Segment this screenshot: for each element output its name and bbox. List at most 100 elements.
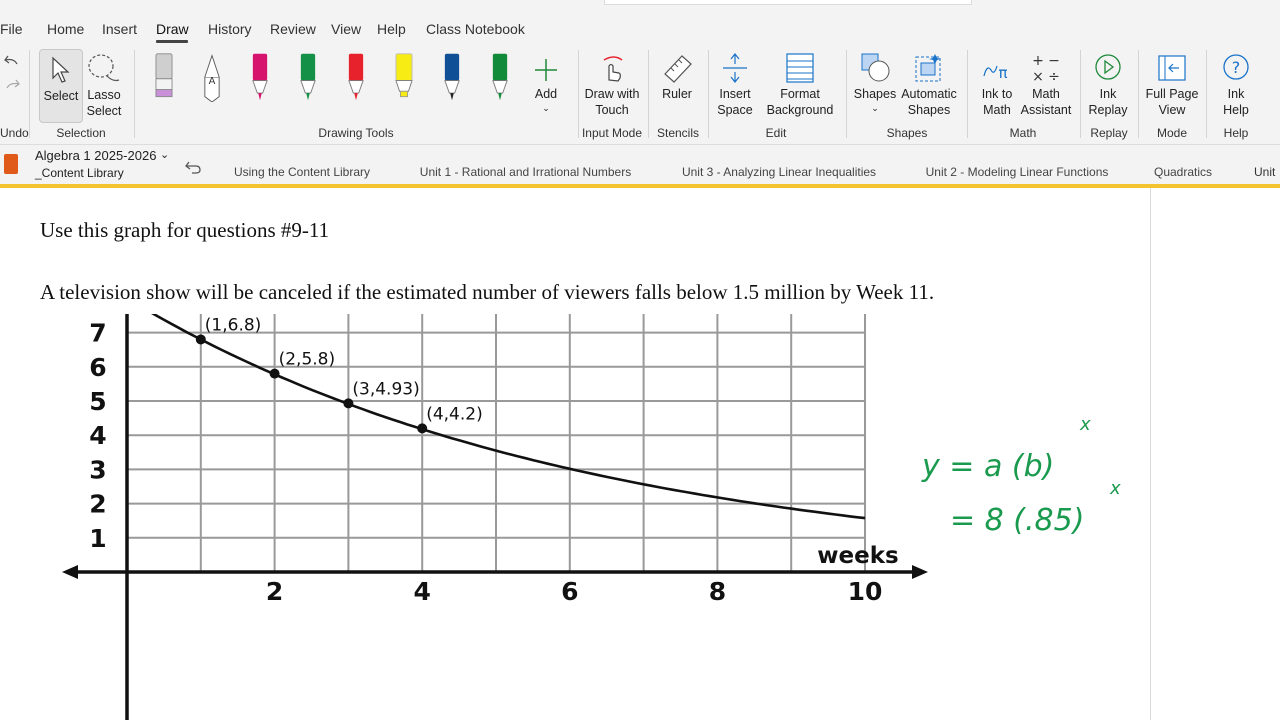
svg-text:A: A	[209, 76, 216, 87]
insert-space-label-line1: Insert	[719, 87, 751, 101]
separator	[708, 50, 709, 138]
section-tab-active[interactable]: Unit	[1236, 159, 1280, 185]
eraser-icon[interactable]	[154, 52, 174, 102]
ink-help-label-line1: Ink	[1227, 87, 1245, 101]
format-background-button[interactable]: Format Background	[762, 52, 838, 118]
menu-bar: File Home Insert Draw History Review Vie…	[0, 0, 1280, 46]
separator	[1138, 50, 1139, 138]
ink-replay-button[interactable]: Ink Replay	[1084, 52, 1132, 118]
ink-help-button[interactable]: ? Ink Help	[1210, 52, 1262, 118]
full-page-view-button[interactable]: Full Page View	[1142, 52, 1202, 118]
x-tick-label: 4	[413, 577, 430, 606]
menu-help[interactable]: Help	[377, 21, 406, 37]
ink-to-math-button[interactable]: π Ink to Math	[972, 52, 1022, 118]
y-tick-label: 7	[89, 319, 106, 348]
data-point	[343, 398, 354, 409]
group-math-label: Math	[1009, 126, 1037, 140]
group-drawing-tools-label: Drawing Tools	[318, 126, 394, 140]
x-tick-label: 8	[709, 577, 726, 606]
section-tab[interactable]: Unit 1 - Rational and Irrational Numbers	[396, 159, 655, 185]
separator	[1206, 50, 1207, 138]
menu-home[interactable]: Home	[47, 21, 84, 37]
separator	[1080, 50, 1081, 138]
group-replay-label: Replay	[1090, 126, 1128, 140]
lasso-label-line2: Select	[86, 104, 122, 118]
section-tab[interactable]: Unit 2 - Modeling Linear Functions	[903, 159, 1131, 185]
auto-shapes-label-line2: Shapes	[907, 103, 951, 117]
shapes-button[interactable]: Shapes ⌄	[852, 52, 898, 118]
menu-draw[interactable]: Draw	[156, 21, 189, 37]
data-point-label: (4,4.2)	[426, 404, 483, 424]
ribbon: Undo Select Lasso Select Selection A Add…	[0, 46, 1280, 145]
draw-touch-label-line1: Draw with	[584, 87, 640, 101]
draw-with-touch-button[interactable]: Draw with Touch	[582, 52, 642, 118]
y-tick-label: 1	[89, 524, 106, 553]
ink-help-label-line2: Help	[1223, 103, 1249, 117]
data-point-label: (3,4.93)	[352, 379, 419, 399]
math-assistant-button[interactable]: + − × ÷ Math Assistant	[1020, 52, 1072, 118]
menu-view[interactable]: View	[331, 21, 361, 37]
touch-hand-icon	[603, 56, 623, 82]
ruler-label: Ruler	[662, 87, 692, 101]
shapes-icon	[861, 53, 890, 82]
ink-math-label-line1: Ink to	[981, 87, 1013, 101]
section-tab-label: Unit	[1254, 165, 1276, 179]
ink-math-label-line2: Math	[983, 103, 1011, 117]
section-tab-label: Unit 3 - Analyzing Linear Inequalities	[681, 165, 877, 179]
menu-file[interactable]: File	[0, 21, 23, 37]
search-box[interactable]	[604, 0, 972, 5]
data-point-label: (1,6.8)	[205, 315, 262, 335]
menu-class-notebook[interactable]: Class Notebook	[426, 21, 525, 37]
lasso-icon	[88, 54, 120, 82]
svg-text:π: π	[998, 64, 1007, 82]
replay-icon	[1095, 54, 1121, 80]
section-tab[interactable]: Quadratics	[1134, 159, 1232, 185]
ruler-button[interactable]: Ruler	[652, 52, 702, 118]
format-bg-label-line1: Format	[780, 87, 820, 101]
pen-green-icon[interactable]	[298, 52, 318, 102]
x-tick-label: 10	[848, 577, 883, 606]
svg-text:×: ×	[1032, 69, 1044, 84]
data-point	[269, 368, 280, 379]
section-tab-label: Unit 2 - Modeling Linear Functions	[925, 165, 1109, 179]
x-axis-arrow-right	[912, 565, 928, 579]
insert-space-button[interactable]: Insert Space	[712, 52, 758, 118]
automatic-shapes-button[interactable]: Automatic Shapes	[898, 52, 960, 118]
y-tick-label: 5	[89, 387, 106, 416]
menu-review[interactable]: Review	[270, 21, 316, 37]
pen-darkgreen-icon[interactable]	[490, 52, 510, 102]
section-tab[interactable]: Unit 3 - Analyzing Linear Inequalities	[658, 159, 900, 185]
pen-magenta-icon[interactable]	[250, 52, 270, 102]
y-tick-label: 6	[89, 353, 106, 382]
group-help-label: Help	[1223, 126, 1249, 140]
back-arrow-icon[interactable]	[184, 159, 202, 175]
select-button[interactable]: Select	[39, 49, 83, 123]
highlighter-yellow-icon[interactable]	[394, 52, 414, 102]
y-tick-label: 2	[89, 490, 106, 519]
add-pen-button[interactable]: Add ⌄	[528, 52, 564, 118]
undo-icon[interactable]	[2, 50, 22, 96]
x-tick-label: 6	[561, 577, 578, 606]
math-assistant-icon: + − × ÷	[1032, 53, 1060, 84]
active-tab-indicator	[156, 40, 188, 43]
notebook-bar: Algebra 1 2025-2026 ⌄ _Content Library U…	[0, 145, 1280, 185]
select-label: Select	[43, 89, 79, 103]
pen-red-icon[interactable]	[346, 52, 366, 102]
notebook-selector[interactable]: Algebra 1 2025-2026 ⌄ _Content Library	[30, 145, 180, 185]
separator	[648, 50, 649, 138]
pen-blue-icon[interactable]	[442, 52, 462, 102]
problem-text: A television show will be canceled if th…	[40, 280, 935, 304]
chevron-down-icon: ⌄	[542, 103, 550, 113]
section-tab[interactable]: Using the Content Library	[211, 159, 393, 185]
format-bg-label-line2: Background	[766, 103, 834, 117]
group-mode-label: Mode	[1156, 126, 1188, 140]
separator	[578, 50, 579, 138]
lasso-select-button[interactable]: Lasso Select	[84, 49, 124, 121]
menu-history[interactable]: History	[208, 21, 252, 37]
instruction-text: Use this graph for questions #9-11	[40, 218, 330, 242]
lasso-label-line1: Lasso	[87, 88, 121, 102]
automatic-shapes-icon	[915, 54, 941, 82]
handwriting-line2: = 8 (.85)	[950, 503, 1084, 538]
menu-insert[interactable]: Insert	[102, 21, 137, 37]
text-pen-icon[interactable]: A	[202, 52, 222, 102]
